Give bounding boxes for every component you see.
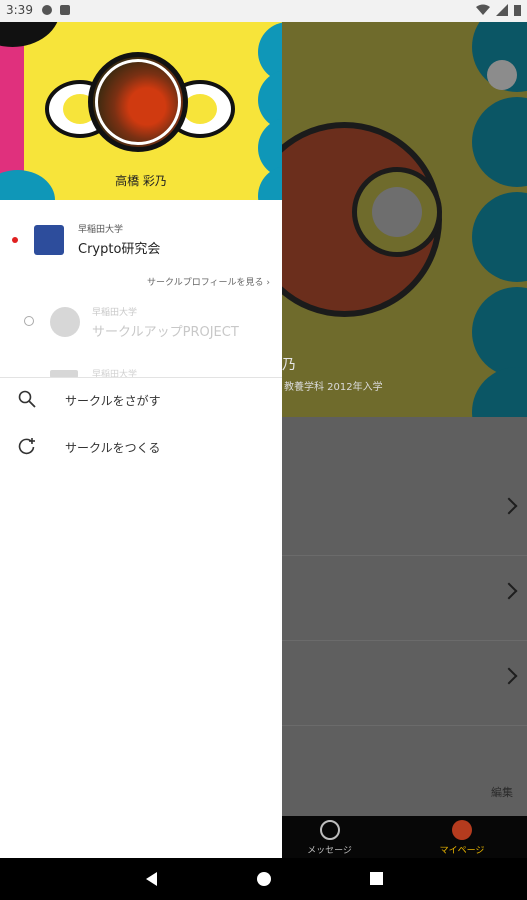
tab-mypage[interactable]: マイページ xyxy=(437,820,487,856)
signal-icon xyxy=(496,4,508,16)
circle-university: 早稲田大学 xyxy=(78,225,124,235)
divider xyxy=(0,377,282,378)
list-item[interactable] xyxy=(282,555,527,641)
action-label: サークルをさがす xyxy=(65,394,161,408)
circle-name: Crypto研究会 xyxy=(78,242,161,257)
status-time: 3:39 xyxy=(6,3,33,17)
drawer-header: 高橋 彩乃 xyxy=(0,22,282,200)
header-ring-decoration xyxy=(352,167,442,257)
header-decoration xyxy=(472,192,527,282)
tab-label: メッセージ xyxy=(307,846,352,856)
tab-label: マイページ xyxy=(439,846,485,856)
list-item[interactable] xyxy=(282,470,527,556)
edit-button[interactable]: 編集 xyxy=(491,784,513,800)
sd-card-icon xyxy=(60,5,70,15)
circle-item-circleup[interactable]: 早稲田大学 サークルアップPROJECT xyxy=(0,300,282,345)
settings-gear-icon[interactable] xyxy=(487,60,517,90)
header-decoration xyxy=(472,97,527,187)
header-decoration xyxy=(472,367,527,417)
profile-menu-list xyxy=(282,417,527,816)
message-icon xyxy=(319,820,340,840)
recent-apps-icon[interactable] xyxy=(370,872,383,885)
header-decoration xyxy=(0,22,60,47)
chevron-right-icon xyxy=(500,582,518,600)
system-navigation-bar xyxy=(0,858,527,900)
mypage-avatar-icon xyxy=(452,820,472,840)
notification-icon xyxy=(42,5,52,15)
user-name: 高橋 彩乃 xyxy=(115,174,167,188)
list-item[interactable] xyxy=(282,640,527,726)
circle-profile-link[interactable]: サークルプロフィールを見る › xyxy=(147,275,270,288)
main-page: 乃 教養学科 2012年入学 編集 メッセージ マイページ xyxy=(282,22,527,858)
bottom-tab-bar: メッセージ マイページ xyxy=(282,816,527,858)
status-bar: 3:39 xyxy=(0,0,527,22)
circle-name: サークルアップPROJECT xyxy=(92,325,239,340)
chevron-right-icon xyxy=(500,497,518,515)
user-avatar[interactable] xyxy=(88,52,188,152)
navigation-drawer: 高橋 彩乃 早稲田大学 Crypto研究会 サークルプロフィールを見る › 早稲… xyxy=(0,22,282,858)
profile-name: 乃 xyxy=(282,357,296,373)
tab-message[interactable]: メッセージ xyxy=(307,820,352,856)
circle-university: 早稲田大学 xyxy=(92,370,138,380)
create-circle-button[interactable]: サークルをつくる xyxy=(0,427,282,467)
create-circle-icon xyxy=(18,438,35,455)
profile-header-background: 乃 教養学科 2012年入学 xyxy=(282,22,527,417)
wifi-icon xyxy=(476,4,490,15)
action-label: サークルをつくる xyxy=(65,441,161,455)
header-decoration xyxy=(472,287,527,377)
battery-icon xyxy=(514,5,521,16)
search-icon xyxy=(18,390,36,408)
home-icon[interactable] xyxy=(257,872,271,886)
radio-button[interactable] xyxy=(24,316,34,326)
circle-university: 早稲田大学 xyxy=(92,308,138,318)
selected-indicator xyxy=(12,237,18,243)
chevron-right-icon xyxy=(500,667,518,685)
back-icon[interactable] xyxy=(146,872,157,886)
search-circle-button[interactable]: サークルをさがす xyxy=(0,380,282,420)
circle-item-crypto[interactable]: 早稲田大学 Crypto研究会 xyxy=(0,217,282,267)
circle-logo xyxy=(50,307,80,337)
circle-logo xyxy=(34,225,64,255)
profile-subtitle: 教養学科 2012年入学 xyxy=(284,382,383,393)
